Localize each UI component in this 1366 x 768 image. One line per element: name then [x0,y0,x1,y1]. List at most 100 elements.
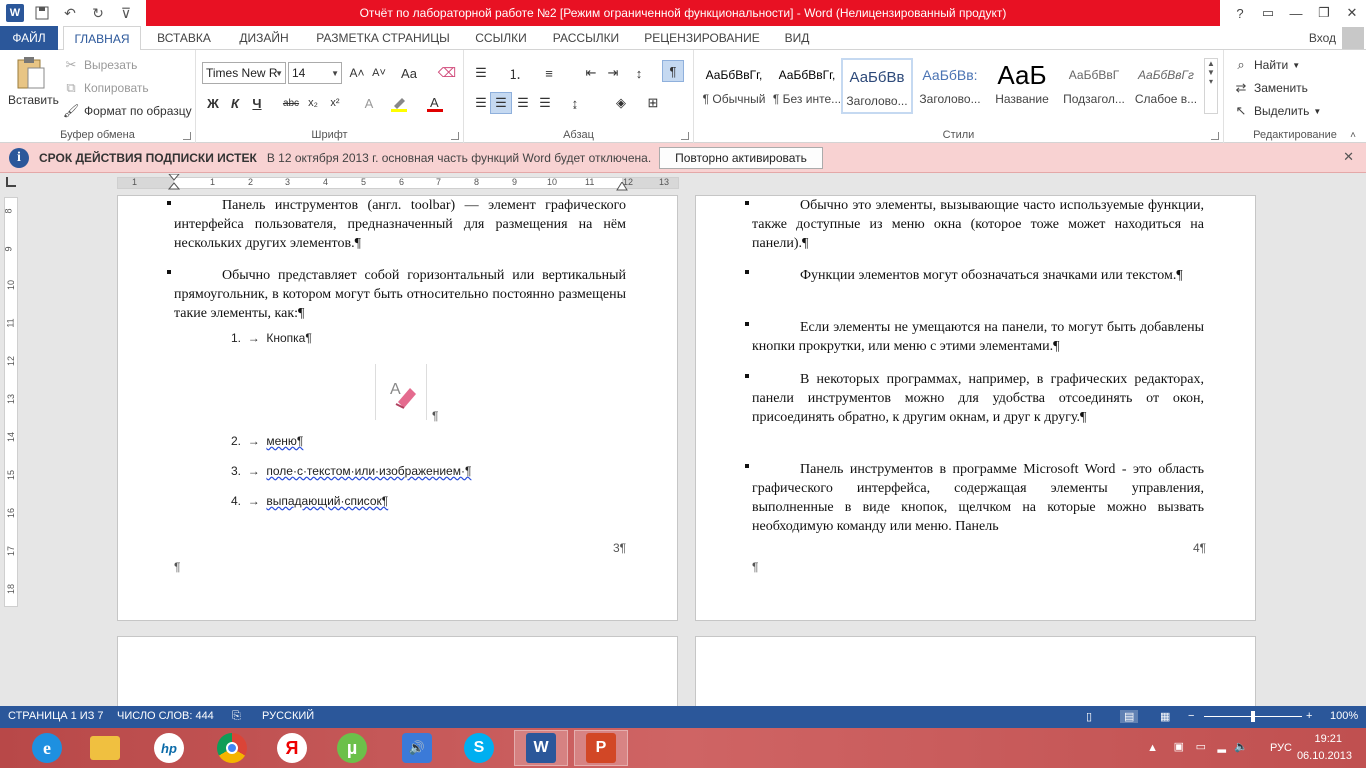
font-size-combo[interactable]: 14 ▼ [288,62,342,84]
speaker-app-icon[interactable]: 🔊 [390,730,444,766]
zoom-level[interactable]: 100% [1330,710,1358,722]
network-icon[interactable]: ▣ [1174,740,1184,753]
tab-selector-icon[interactable] [6,177,16,187]
zoom-out-icon[interactable]: − [1188,710,1194,722]
save-icon[interactable] [32,4,52,22]
style-title[interactable]: АаБ Название [986,58,1058,114]
underline-button[interactable]: Ч [246,92,268,114]
shading-icon[interactable]: ◈ [610,92,632,114]
style-heading2[interactable]: АаБбВв: Заголово... [914,58,986,114]
styles-scroll[interactable]: ▲ ▼ ▾ [1204,58,1218,114]
paragraph[interactable]: Панель инструментов (англ. toolbar) — эл… [174,196,626,253]
font-name-combo[interactable]: Times New R ▼ [202,62,286,84]
minimize-button[interactable]: — [1282,0,1310,26]
numbering-icon[interactable]: ⒈ [504,62,526,84]
cut-button[interactable]: ✂ Вырезать [62,56,138,74]
redo-icon[interactable]: ↻ [88,4,108,22]
clipboard-launcher-icon[interactable] [183,132,191,140]
find-button[interactable]: ⌕ Найти ▼ [1232,56,1300,74]
select-button[interactable]: ↖ Выделить ▼ [1232,102,1322,120]
style-no-spacing[interactable]: АаБбВвГг, ¶ Без инте... [771,58,843,114]
format-painter-button[interactable]: 🖌 Формат по образцу [62,102,192,120]
battery-icon[interactable]: ▭ [1196,740,1206,753]
word-icon[interactable]: W [514,730,568,766]
list-item[interactable]: 2. → меню¶ [231,434,303,448]
clock-date[interactable]: 06.10.2013 [1297,750,1352,762]
clear-formatting-icon[interactable]: ⌫ [436,62,458,84]
paragraph[interactable]: Обычно это элементы, вызывающие часто ис… [752,196,1204,253]
subscript-button[interactable]: x₂ [302,92,324,114]
paragraph-launcher-icon[interactable] [681,132,689,140]
yandex-icon[interactable]: Я [265,730,319,766]
list-item[interactable]: 4. → выпадающий·список¶ [231,494,388,508]
eraser-image[interactable]: A [375,364,427,420]
clock-time[interactable]: 19:21 [1314,733,1342,745]
input-language[interactable]: РУС [1270,742,1292,754]
page-5[interactable] [117,636,678,706]
web-layout-icon[interactable]: ▦ [1160,710,1170,723]
line-spacing-icon[interactable]: ↨ [564,92,586,114]
style-heading1[interactable]: АаБбВв Заголово... [841,58,913,114]
close-button[interactable]: ✕ [1338,0,1366,26]
signal-icon[interactable]: ▂ [1218,740,1226,753]
list-item[interactable]: 1. → Кнопка¶ [231,331,312,345]
indent-marker-icon[interactable] [168,174,180,194]
tab-page-layout[interactable]: РАЗМЕТКА СТРАНИЦЫ [306,26,460,50]
hp-icon[interactable]: hp [142,730,196,766]
help-button[interactable]: ? [1226,0,1254,26]
tab-review[interactable]: РЕЦЕНЗИРОВАНИЕ [637,26,767,50]
show-formatting-icon[interactable]: ¶ [662,60,684,82]
tab-references[interactable]: ССЫЛКИ [466,26,536,50]
font-color-icon[interactable]: A [424,92,446,114]
paragraph[interactable]: Обычно представляет собой горизонтальный… [174,266,626,323]
increase-indent-icon[interactable]: ⇥ [602,62,624,84]
word-count[interactable]: ЧИСЛО СЛОВ: 444 [117,710,214,722]
style-subtle-emphasis[interactable]: АаБбВвГг Слабое в... [1130,58,1202,114]
reactivate-button[interactable]: Повторно активировать [659,147,823,169]
print-layout-icon[interactable]: ▤ [1120,710,1139,723]
skype-icon[interactable]: S [452,730,506,766]
powerpoint-icon[interactable]: P [574,730,628,766]
horizontal-ruler[interactable]: 1 1 2 3 4 5 6 7 8 9 10 11 12 13 [117,174,679,191]
font-launcher-icon[interactable] [451,132,459,140]
tray-expand-icon[interactable]: ▲ [1147,742,1158,754]
ribbon-display-button[interactable]: ▭ [1254,0,1282,26]
word-logo-icon[interactable]: W [6,4,24,22]
language[interactable]: РУССКИЙ [262,710,314,722]
customize-qat-icon[interactable]: ⊽ [116,4,136,22]
undo-icon[interactable]: ↶ [60,4,80,22]
page-count[interactable]: СТРАНИЦА 1 ИЗ 7 [8,710,104,722]
copy-button[interactable]: ⧉ Копировать [62,79,148,97]
paragraph[interactable]: В некоторых программах, например, в граф… [752,370,1204,427]
zoom-in-icon[interactable]: + [1306,710,1312,722]
explorer-icon[interactable] [78,730,132,766]
tab-view[interactable]: ВИД [775,26,819,50]
shrink-font-button[interactable]: A˅ [368,62,390,84]
close-icon[interactable]: ✕ [1343,149,1354,165]
page-6[interactable] [695,636,1256,706]
superscript-button[interactable]: x² [324,92,346,114]
page-3[interactable]: Панель инструментов (англ. toolbar) — эл… [117,195,678,621]
avatar[interactable] [1342,27,1364,49]
paste-button[interactable]: Вставить [8,56,59,116]
tab-mailings[interactable]: РАССЫЛКИ [543,26,629,50]
read-mode-icon[interactable]: ▯ [1086,710,1092,723]
sign-in-link[interactable]: Вход [1309,26,1336,50]
decrease-indent-icon[interactable]: ⇤ [580,62,602,84]
style-normal[interactable]: АаБбВвГг, ¶ Обычный [698,58,770,114]
paragraph[interactable]: Функции элементов могут обозначаться зна… [752,266,1204,285]
replace-button[interactable]: ⇄ Заменить [1232,79,1308,97]
change-case-button[interactable]: Aa [394,62,424,84]
paragraph[interactable]: Если элементы не умещаются на панели, то… [752,318,1204,356]
align-center-icon[interactable]: ☰ [490,92,512,114]
styles-launcher-icon[interactable] [1211,132,1219,140]
justify-icon[interactable]: ☰ [534,92,556,114]
align-right-icon[interactable]: ☰ [512,92,534,114]
ie-icon[interactable]: e [20,730,74,766]
tab-design[interactable]: ДИЗАЙН [228,26,300,50]
volume-icon[interactable]: 🔈 [1234,740,1248,753]
bold-button[interactable]: Ж [202,92,224,114]
collapse-ribbon-icon[interactable]: ˄ [1350,130,1356,141]
vertical-ruler[interactable]: 8 9 10 11 12 13 14 15 16 17 18 [4,197,18,607]
restore-button[interactable]: ❐ [1310,0,1338,26]
